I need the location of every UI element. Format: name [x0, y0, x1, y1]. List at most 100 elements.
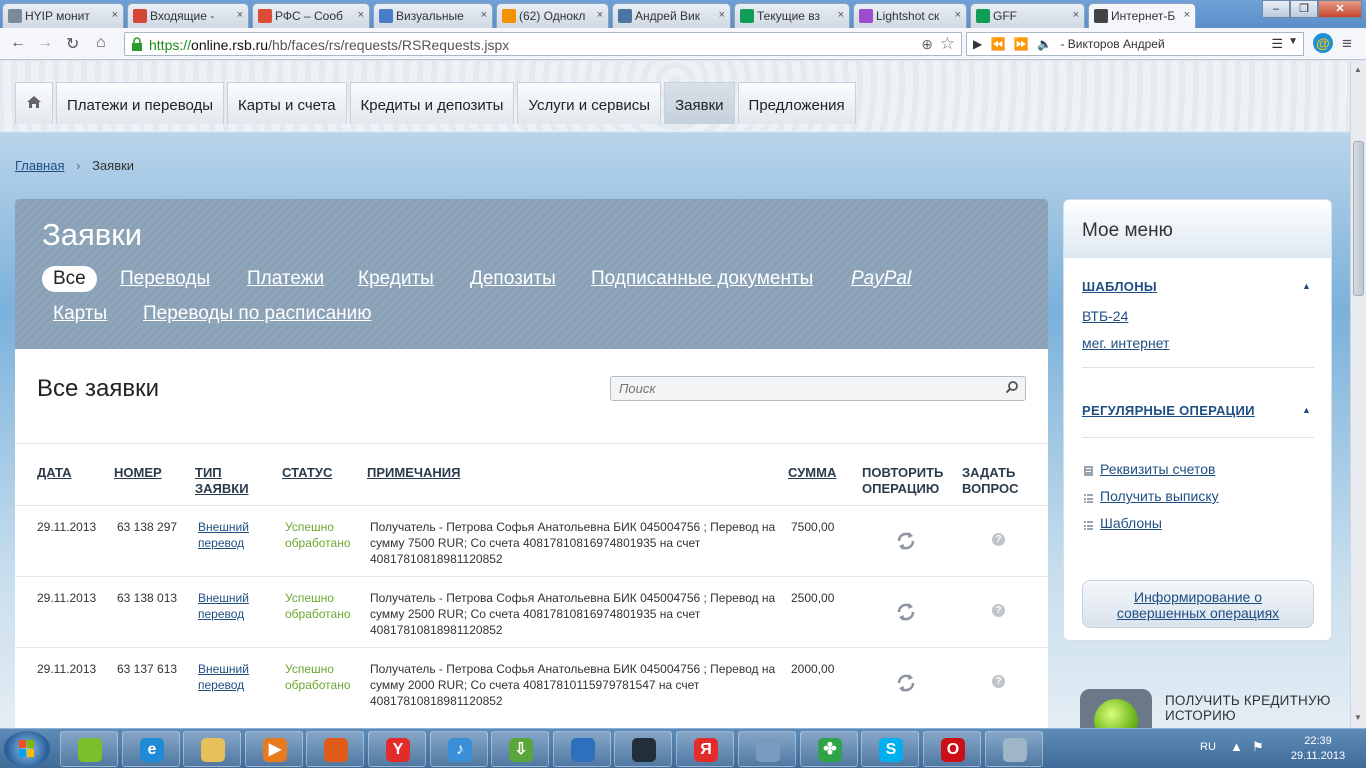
zoom-icon[interactable]: ⊕: [921, 36, 933, 53]
row-type-link[interactable]: Внешний перевод: [198, 590, 249, 622]
collapse-arrow-icon[interactable]: ▲: [1302, 405, 1311, 415]
filter-transfers[interactable]: Переводы: [120, 268, 210, 290]
browser-tab[interactable]: HYIP монит ×: [2, 3, 124, 28]
search-input[interactable]: [611, 377, 991, 399]
nav-item[interactable]: Платежи и переводы: [56, 82, 225, 124]
filter-credits[interactable]: Кредиты: [358, 268, 434, 290]
template-link-vtb24[interactable]: ВТБ-24: [1082, 308, 1128, 324]
nav-item[interactable]: Кредиты и депозиты: [349, 82, 515, 124]
tab-close-icon[interactable]: ×: [358, 9, 364, 21]
browser-tab[interactable]: Андрей Вик ×: [612, 3, 731, 28]
column-header-status[interactable]: СТАТУС: [282, 465, 332, 481]
address-bar[interactable]: https://online.rsb.ru/hb/faces/rs/reques…: [124, 32, 962, 56]
nav-item[interactable]: Предложения: [737, 82, 856, 124]
language-indicator[interactable]: RU: [1200, 741, 1216, 753]
regular-operations-section-toggle[interactable]: РЕГУЛЯРНЫЕ ОПЕРАЦИИ: [1082, 403, 1255, 418]
previous-icon[interactable]: ⏪: [991, 37, 1006, 51]
filter-scheduled-transfers[interactable]: Переводы по расписанию: [143, 303, 372, 325]
browser-tab[interactable]: Визуальные ×: [373, 3, 493, 28]
browser-tab[interactable]: GFF ×: [970, 3, 1085, 28]
browser-tab[interactable]: Входящие - ×: [127, 3, 249, 28]
nav-item[interactable]: Услуги и сервисы: [517, 82, 662, 124]
taskbar-app-button[interactable]: Y: [368, 731, 426, 767]
column-header-date[interactable]: ДАТА: [37, 465, 72, 481]
play-icon[interactable]: ▶: [973, 37, 982, 51]
browser-tab[interactable]: (62) Однокл ×: [496, 3, 609, 28]
bookmark-star-icon[interactable]: ☆: [940, 34, 955, 54]
filter-all[interactable]: Все: [42, 266, 97, 292]
taskbar-app-button[interactable]: ♪: [430, 731, 488, 767]
taskbar-app-button[interactable]: [60, 731, 118, 767]
browser-tab[interactable]: Интернет-Б ×: [1088, 3, 1196, 28]
taskbar-app-button[interactable]: O: [923, 731, 981, 767]
taskbar-app-button[interactable]: [553, 731, 611, 767]
column-header-notes[interactable]: ПРИМЕЧАНИЯ: [367, 465, 460, 481]
scrollbar-thumb[interactable]: [1353, 141, 1364, 296]
row-type-link[interactable]: Внешний перевод: [198, 661, 249, 693]
player-menu-icon[interactable]: ☰: [1271, 36, 1283, 52]
browser-tab[interactable]: Текущие вз ×: [734, 3, 850, 28]
chrome-menu-icon[interactable]: ≡: [1342, 34, 1352, 54]
tab-close-icon[interactable]: ×: [1073, 9, 1079, 21]
page-scrollbar[interactable]: ▲ ▼: [1350, 61, 1366, 728]
volume-icon[interactable]: 🔈: [1037, 37, 1052, 51]
filter-payments[interactable]: Платежи: [247, 268, 324, 290]
credit-history-promo[interactable]: ПОЛУЧИТЬ КРЕДИТНУЮ ИСТОРИЮ: [1080, 689, 1350, 728]
player-dropdown-icon[interactable]: ▼: [1288, 36, 1298, 47]
tab-close-icon[interactable]: ×: [112, 9, 118, 21]
close-window-button[interactable]: ✕: [1318, 0, 1362, 18]
taskbar-app-button[interactable]: S: [861, 731, 919, 767]
taskbar-app-button[interactable]: e: [122, 731, 180, 767]
filter-paypal[interactable]: PayPal: [851, 268, 911, 290]
forward-icon[interactable]: →: [37, 34, 53, 52]
account-details-link[interactable]: Реквизиты счетов: [1100, 461, 1215, 477]
column-header-amount[interactable]: СУММА: [788, 465, 836, 481]
taskbar-app-button[interactable]: ✤: [800, 731, 858, 767]
taskbar-app-button[interactable]: [738, 731, 796, 767]
row-type-link[interactable]: Внешний перевод: [198, 519, 249, 551]
ask-question-icon[interactable]: ?: [992, 533, 1005, 546]
tab-close-icon[interactable]: ×: [481, 9, 487, 21]
template-link-meg-internet[interactable]: мег. интернет: [1082, 335, 1169, 351]
taskbar-app-button[interactable]: ⇩: [491, 731, 549, 767]
tab-close-icon[interactable]: ×: [237, 9, 243, 21]
nav-home-button[interactable]: [15, 82, 53, 124]
ask-question-icon[interactable]: ?: [992, 604, 1005, 617]
show-hidden-icons-icon[interactable]: ▲: [1230, 739, 1243, 754]
repeat-operation-icon[interactable]: [895, 601, 917, 623]
get-statement-link[interactable]: Получить выписку: [1100, 488, 1219, 504]
taskbar-app-button[interactable]: [614, 731, 672, 767]
taskbar-app-button[interactable]: Я: [676, 731, 734, 767]
browser-tab[interactable]: Lightshot ск ×: [853, 3, 967, 28]
column-header-number[interactable]: НОМЕР: [114, 465, 162, 481]
reload-icon[interactable]: ↻: [66, 34, 79, 54]
tab-close-icon[interactable]: ×: [597, 9, 603, 21]
templates-link[interactable]: Шаблоны: [1100, 515, 1162, 531]
repeat-operation-icon[interactable]: [895, 530, 917, 552]
network-flag-icon[interactable]: ⚑: [1252, 739, 1264, 755]
operation-notifications-button[interactable]: Информирование о совершенных операциях: [1082, 580, 1314, 628]
mail-extension-icon[interactable]: @: [1313, 33, 1333, 53]
system-clock[interactable]: 22:39 29.11.2013: [1286, 734, 1350, 764]
filter-signed-documents[interactable]: Подписанные документы: [591, 268, 813, 290]
filter-cards[interactable]: Карты: [53, 303, 107, 325]
nav-item[interactable]: Заявки: [664, 82, 735, 124]
breadcrumb-home-link[interactable]: Главная: [15, 158, 64, 173]
ask-question-icon[interactable]: ?: [992, 675, 1005, 688]
column-header-type[interactable]: ТИП ЗАЯВКИ: [195, 465, 249, 497]
taskbar-app-button[interactable]: [306, 731, 364, 767]
scroll-up-arrow-icon[interactable]: ▲: [1354, 65, 1362, 74]
browser-tab[interactable]: РФС – Сооб ×: [252, 3, 370, 28]
start-button[interactable]: [4, 731, 50, 767]
scroll-down-arrow-icon[interactable]: ▼: [1354, 713, 1362, 722]
back-icon[interactable]: ←: [10, 34, 26, 52]
taskbar-app-button[interactable]: [183, 731, 241, 767]
tab-close-icon[interactable]: ×: [719, 9, 725, 21]
tab-close-icon[interactable]: ×: [838, 9, 844, 21]
next-icon[interactable]: ⏩: [1014, 37, 1029, 51]
taskbar-app-button[interactable]: ▶: [245, 731, 303, 767]
minimize-button[interactable]: –: [1262, 0, 1290, 18]
maximize-button[interactable]: ❐: [1290, 0, 1318, 18]
collapse-arrow-icon[interactable]: ▲: [1302, 281, 1311, 291]
tab-close-icon[interactable]: ×: [955, 9, 961, 21]
